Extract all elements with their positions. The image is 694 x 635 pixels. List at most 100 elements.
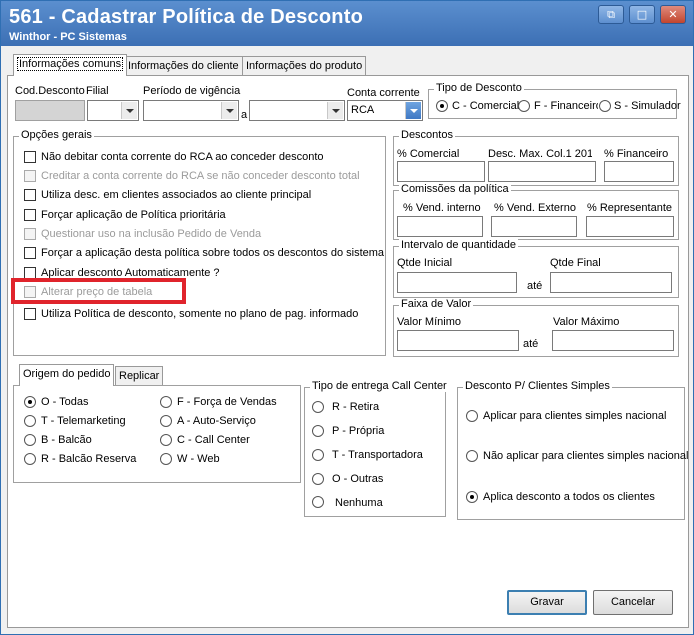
chevron-down-icon[interactable] (121, 102, 137, 119)
opcao-creditar-label: Creditar a conta corrente do RCA se não … (41, 170, 360, 182)
conta-corrente-combo[interactable]: RCA (347, 100, 423, 121)
restore-icon[interactable]: ⧉ (598, 5, 624, 24)
opcao-utiliza-desc-checkbox[interactable] (24, 189, 36, 201)
desc-financeiro-input[interactable] (604, 161, 674, 182)
descontos-title: Descontos (399, 129, 455, 141)
entrega-retira-radio[interactable] (312, 401, 324, 413)
opcao-nao-debitar-label[interactable]: Não debitar conta corrente do RCA ao con… (41, 151, 324, 163)
cod-desconto-input (15, 100, 85, 121)
origem-telemarketing-radio[interactable] (24, 415, 36, 427)
origem-balcao-reserva-radio[interactable] (24, 453, 36, 465)
opcao-utiliza-plano-label[interactable]: Utiliza Política de desconto, somente no… (41, 308, 358, 320)
origem-balcao-radio[interactable] (24, 434, 36, 446)
tab-replicar[interactable]: Replicar (115, 366, 164, 386)
comissoes-title: Comissões da política (399, 183, 511, 195)
entrega-propria-label[interactable]: P - Própria (332, 425, 384, 437)
tipo-simulador-radio[interactable] (599, 100, 611, 112)
tipo-financeiro-radio[interactable] (518, 100, 530, 112)
entrega-transportadora-radio[interactable] (312, 449, 324, 461)
tab-informacoes-comuns[interactable]: Informações comuns (13, 54, 128, 76)
opcao-forcar-prioritaria-label[interactable]: Forçar aplicação de Política prioritária (41, 209, 226, 221)
tipo-comercial-label[interactable]: C - Comercial (452, 100, 519, 112)
chevron-down-icon[interactable] (327, 102, 343, 119)
tab-informacoes-produto[interactable]: Informações do produto (242, 56, 367, 76)
opcoes-gerais-title: Opções gerais (19, 129, 94, 141)
window-title: 561 - Cadastrar Política de Desconto (9, 6, 363, 28)
origem-balcao-reserva-label[interactable]: R - Balcão Reserva (41, 453, 136, 465)
entrega-retira-label[interactable]: R - Retira (332, 401, 379, 413)
origem-todas-radio[interactable] (24, 396, 36, 408)
maximize-icon[interactable]: □ (629, 5, 655, 24)
origem-web-radio[interactable] (160, 453, 172, 465)
close-icon[interactable]: ✕ (660, 5, 686, 24)
simples-nao-aplicar-radio[interactable] (466, 450, 478, 462)
simples-aplicar-label[interactable]: Aplicar para clientes simples nacional (483, 410, 666, 422)
comissoes-group: Comissões da política % Vend. interno % … (393, 183, 679, 240)
tab-informacoes-cliente[interactable]: Informações do cliente (124, 56, 243, 76)
valor-maximo-label: Valor Máximo (553, 316, 620, 328)
origem-balcao-label[interactable]: B - Balcão (41, 434, 92, 446)
opcao-forcar-todos-checkbox[interactable] (24, 247, 36, 259)
valor-maximo-input[interactable] (552, 330, 674, 351)
qtde-final-input[interactable] (550, 272, 672, 293)
opcao-questionar-checkbox (24, 228, 36, 240)
tipo-financeiro-label[interactable]: F - Financeiro (534, 100, 598, 112)
origem-call-center-radio[interactable] (160, 434, 172, 446)
desc-max-col-input[interactable] (488, 161, 596, 182)
periodo-fim-combo[interactable] (249, 100, 345, 121)
faixa-valor-group: Faixa de Valor Valor Mínimo Valor Máximo… (393, 298, 679, 357)
cod-desconto-label: Cod.Desconto (15, 85, 85, 97)
simples-aplicar-radio[interactable] (466, 410, 478, 422)
entrega-nenhuma-label[interactable]: Nenhuma (335, 497, 383, 509)
opcao-utiliza-plano-checkbox[interactable] (24, 308, 36, 320)
opcao-utiliza-desc-label[interactable]: Utiliza desc. em clientes associados ao … (41, 189, 311, 201)
periodo-inicio-combo[interactable] (143, 100, 239, 121)
simples-todos-radio[interactable] (466, 491, 478, 503)
origem-telemarketing-label[interactable]: T - Telemarketing (41, 415, 126, 427)
entrega-nenhuma-radio[interactable] (312, 496, 324, 508)
comissao-vend-externo-input[interactable] (491, 216, 577, 237)
tipo-entrega-group: Tipo de entrega Call Center R - Retira P… (304, 380, 449, 517)
desc-comercial-input[interactable] (397, 161, 485, 182)
opcao-nao-debitar-checkbox[interactable] (24, 151, 36, 163)
descontos-group: Descontos % Comercial Desc. Max. Col.1 2… (393, 129, 679, 186)
origem-call-center-label[interactable]: C - Call Center (177, 434, 250, 446)
qtde-inicial-input[interactable] (397, 272, 517, 293)
comissao-vend-interno-input[interactable] (397, 216, 483, 237)
tipo-desconto-title: Tipo de Desconto (434, 82, 524, 94)
entrega-outras-label[interactable]: O - Outras (332, 473, 383, 485)
clientes-simples-group: Desconto P/ Clientes Simples Aplicar par… (457, 380, 688, 520)
qtde-inicial-label: Qtde Inicial (397, 257, 453, 269)
comissao-representante-label: % Representante (587, 202, 672, 214)
origem-todas-label[interactable]: O - Todas (41, 396, 89, 408)
main-panel: Cod.Desconto Filial Período de vigência … (7, 75, 689, 628)
origem-web-label[interactable]: W - Web (177, 453, 220, 465)
valor-minimo-input[interactable] (397, 330, 519, 351)
opcao-forcar-prioritaria-checkbox[interactable] (24, 209, 36, 221)
entrega-transportadora-label[interactable]: T - Transportadora (332, 449, 423, 461)
main-window: 561 - Cadastrar Política de Desconto Win… (0, 0, 694, 635)
origem-auto-servico-radio[interactable] (160, 415, 172, 427)
gravar-button[interactable]: Gravar (507, 590, 587, 615)
tab-origem-pedido[interactable]: Origem do pedido (19, 364, 115, 386)
filial-combo[interactable] (87, 100, 139, 121)
comissao-vend-interno-label: % Vend. interno (403, 202, 481, 214)
tipo-entrega-title: Tipo de entrega Call Center (310, 380, 449, 392)
entrega-propria-radio[interactable] (312, 425, 324, 437)
chevron-down-icon[interactable] (405, 102, 421, 119)
simples-todos-label[interactable]: Aplica desconto a todos os clientes (483, 491, 655, 503)
comissao-representante-input[interactable] (586, 216, 674, 237)
tipo-comercial-radio[interactable] (436, 100, 448, 112)
entrega-outras-radio[interactable] (312, 473, 324, 485)
valor-ate-label: até (523, 338, 539, 350)
conta-corrente-label: Conta corrente (347, 87, 420, 99)
origem-auto-servico-label[interactable]: A - Auto-Serviço (177, 415, 256, 427)
origem-forca-vendas-radio[interactable] (160, 396, 172, 408)
cancelar-button[interactable]: Cancelar (593, 590, 673, 615)
opcao-forcar-todos-label[interactable]: Forçar a aplicação desta política sobre … (41, 247, 384, 259)
simples-nao-aplicar-label[interactable]: Não aplicar para clientes simples nacion… (483, 450, 688, 462)
origem-forca-vendas-label[interactable]: F - Força de Vendas (177, 396, 277, 408)
chevron-down-icon[interactable] (221, 102, 237, 119)
tipo-simulador-label[interactable]: S - Simulador (614, 100, 681, 112)
tipo-desconto-group: Tipo de Desconto C - Comercial F - Finan… (428, 82, 681, 119)
